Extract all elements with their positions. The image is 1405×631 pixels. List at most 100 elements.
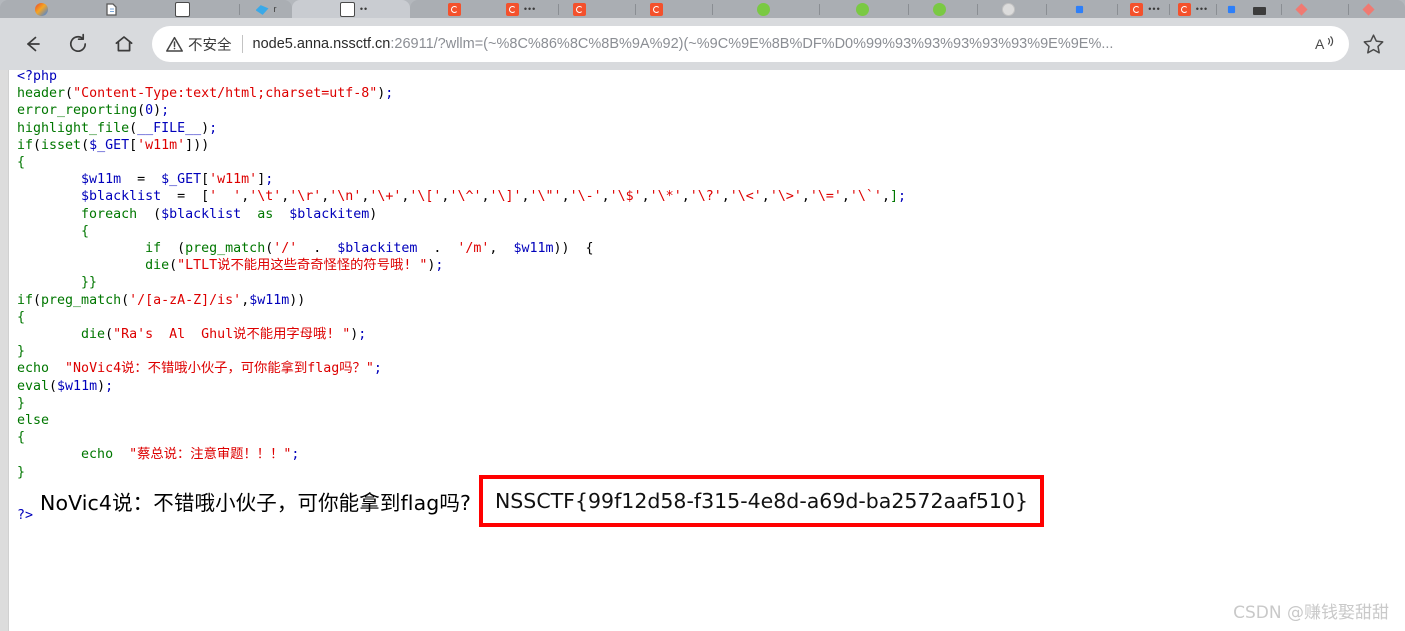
- tab-divider: [1168, 3, 1170, 15]
- code-token: ,: [881, 189, 890, 205]
- code-token: ,: [721, 189, 730, 205]
- code-token: ]: [889, 189, 898, 205]
- code-token: $blackitem: [337, 241, 418, 257]
- code-token: '\*': [649, 189, 682, 205]
- read-aloud-icon[interactable]: A: [1311, 29, 1341, 59]
- code-token: '\=': [809, 189, 842, 205]
- code-token: '\n': [329, 189, 362, 205]
- diamond-icon: [1295, 2, 1308, 16]
- code-line: }: [17, 343, 1405, 360]
- code-line: highlight_file(__FILE__);: [17, 120, 1405, 137]
- code-token: '\$': [609, 189, 642, 205]
- code-token: }}: [17, 275, 98, 291]
- code-token: preg_match: [41, 292, 122, 308]
- code-token: (: [161, 241, 186, 257]
- code-line: else: [17, 412, 1405, 429]
- code-token: (: [129, 120, 138, 136]
- blue-square-icon: [1228, 5, 1236, 13]
- code-token: ,: [761, 189, 770, 205]
- tab-title: •••: [523, 4, 537, 14]
- tab-active[interactable]: ••: [292, 0, 410, 18]
- code-token: )): [193, 137, 210, 153]
- code-token: "LTLT说不能用这些奇奇怪怪的符号哦! ": [177, 258, 428, 274]
- code-token: ;: [435, 258, 444, 274]
- code-token: die: [81, 327, 106, 343]
- code-token: if: [17, 292, 34, 308]
- url-host: node5.anna.nssctf.cn: [252, 36, 391, 52]
- home-button[interactable]: [106, 26, 142, 62]
- tab-group-left[interactable]: r: [0, 0, 292, 18]
- address-bar-actions: A: [1301, 29, 1341, 59]
- code-token: ,: [681, 189, 690, 205]
- code-token: (: [33, 137, 42, 153]
- tab-strip[interactable]: r •• ••• ••• •••: [0, 0, 1405, 18]
- refresh-button[interactable]: [60, 26, 96, 62]
- code-token: $w11m: [57, 378, 98, 394]
- code-token: ;: [373, 361, 382, 377]
- code-token: $w11m: [81, 172, 122, 188]
- green-circle-icon: [856, 2, 870, 16]
- code-line: $w11m = $_GET['w11m'];: [17, 171, 1405, 188]
- code-token: '\+': [369, 189, 402, 205]
- code-token: )): [289, 292, 306, 308]
- code-line: {: [17, 429, 1405, 446]
- code-token: ,: [561, 189, 570, 205]
- tab-title: ••: [359, 4, 369, 14]
- code-token: .: [417, 241, 458, 257]
- bird-icon: [255, 5, 269, 15]
- code-token: $w11m: [249, 292, 290, 308]
- code-token: '\-': [569, 189, 602, 205]
- code-token: =: [161, 189, 202, 205]
- tab-divider: [1117, 3, 1119, 15]
- code-token: if: [17, 137, 34, 153]
- code-token: ]: [185, 137, 194, 153]
- code-line: header("Content-Type:text/html;charset=u…: [17, 85, 1405, 102]
- code-token: '\r': [289, 189, 322, 205]
- tab-divider: [1046, 3, 1048, 15]
- code-token: ): [201, 120, 210, 136]
- tab-divider: [908, 3, 910, 15]
- code-token: 0: [145, 103, 154, 119]
- code-token: highlight_file: [17, 120, 130, 136]
- code-token: echo: [81, 447, 114, 463]
- code-token: $blacklist: [161, 206, 242, 222]
- code-token: ,: [801, 189, 810, 205]
- code-line: eval($w11m);: [17, 378, 1405, 395]
- code-token: '\"': [529, 189, 562, 205]
- dark-bar-icon: [1253, 6, 1267, 15]
- code-token: '\^': [449, 189, 482, 205]
- code-token: [: [129, 137, 138, 153]
- code-line: $blacklist = [' ','\t','\r','\n','\+','\…: [17, 188, 1405, 205]
- code-token: (: [65, 86, 74, 102]
- code-token: )) {: [553, 241, 594, 257]
- tab-title: •••: [1195, 4, 1209, 14]
- code-token: ;: [291, 447, 300, 463]
- code-token: $w11m: [513, 241, 554, 257]
- back-button[interactable]: [14, 26, 50, 62]
- code-token: {: [17, 223, 90, 239]
- code-token: ;: [385, 86, 394, 102]
- code-token: '\t': [249, 189, 282, 205]
- address-bar[interactable]: 不安全 node5.anna.nssctf.cn:26911/?wllm=(~%…: [152, 26, 1349, 62]
- browser-window: r •• ••• ••• ••• 不安全 node5.anna.nssctf.c…: [0, 0, 1405, 631]
- code-token: {: [17, 430, 26, 446]
- php-source-listing: <?php header("Content-Type:text/html;char…: [17, 70, 1405, 481]
- code-token: $blacklist: [81, 189, 162, 205]
- code-token: '/[a-zA-Z]/is': [129, 292, 242, 308]
- tab-group-right[interactable]: ••• ••• •••: [410, 0, 1405, 18]
- add-favorite-button[interactable]: [1355, 26, 1391, 62]
- code-token: ,: [489, 241, 514, 257]
- code-token: '\<': [729, 189, 762, 205]
- code-token: ): [97, 378, 106, 394]
- code-token: (: [81, 137, 90, 153]
- red-circle-icon: [573, 2, 587, 16]
- code-token: {: [17, 309, 26, 325]
- code-token: '/m': [457, 241, 490, 257]
- code-token: ,: [521, 189, 530, 205]
- code-token: =: [121, 172, 162, 188]
